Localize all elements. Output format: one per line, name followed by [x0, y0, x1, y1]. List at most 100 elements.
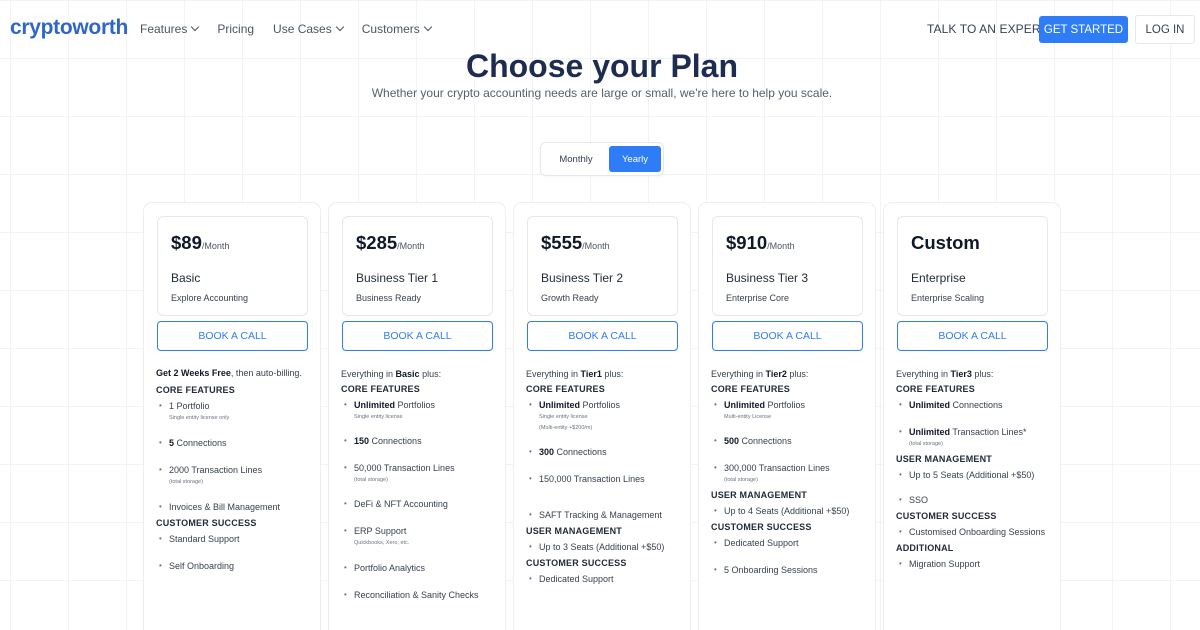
feature-text: Connections — [369, 436, 422, 446]
book-a-call-button[interactable]: BOOK A CALL — [342, 321, 493, 351]
feature-note: Multi-entity License — [724, 414, 772, 420]
nav-item-use-cases[interactable]: Use Cases — [273, 22, 344, 36]
chevron-down-icon — [191, 22, 200, 32]
plan-price: $555/Month — [541, 232, 610, 254]
toggle-monthly[interactable]: Monthly — [545, 147, 607, 172]
plan-description: Explore Accounting — [171, 293, 249, 303]
feature-item: Reconciliation & Sanity Checks — [341, 588, 497, 602]
plan-card-enterprise: Custom Enterprise Enterprise Scaling BOO… — [883, 202, 1061, 630]
toggle-yearly[interactable]: Yearly — [609, 146, 661, 172]
feature-text: Reconciliation & Sanity Checks — [354, 590, 479, 600]
section-heading: CORE FEATURES — [341, 384, 420, 394]
feature-item: DeFi & NFT Accounting — [341, 497, 497, 511]
lead-text: Everything in — [526, 369, 581, 379]
lead-text: Everything in — [341, 369, 396, 379]
get-started-button[interactable]: GET STARTED — [1039, 16, 1128, 43]
price-period: /Month — [201, 241, 230, 251]
feature-text: Invoices & Bill Management — [169, 502, 281, 512]
talk-to-expert-link[interactable]: TALK TO AN EXPERT — [927, 22, 1048, 36]
feature-text: Up to 3 Seats (Additional +$50) — [539, 542, 665, 552]
feature-item: Portfolio Analytics — [341, 561, 497, 575]
billing-toggle: Monthly Yearly — [540, 142, 664, 176]
feature-bold: Unlimited — [909, 427, 951, 437]
price-box: $910/Month Business Tier 3 Enterprise Co… — [712, 216, 863, 316]
feature-text: 150,000 Transaction Lines — [539, 474, 645, 484]
plan-lead: Everything in Tier1 plus: — [526, 367, 682, 381]
section-heading: CORE FEATURES — [526, 384, 605, 394]
nav-item-features[interactable]: Features — [140, 22, 200, 36]
feature-item: Unlimited Transaction Lines* (total stora… — [896, 425, 1052, 450]
feature-text: DeFi & NFT Accounting — [354, 499, 448, 509]
section-heading: USER MANAGEMENT — [711, 490, 808, 500]
price-box: Custom Enterprise Enterprise Scaling — [897, 216, 1048, 316]
feature-item: Unlimited Portfolios Single entity licens… — [526, 398, 682, 434]
feature-bold: 500 — [724, 436, 740, 446]
book-a-call-button[interactable]: BOOK A CALL — [527, 321, 678, 351]
plan-description: Enterprise Core — [726, 293, 790, 303]
feature-item: 150 Connections — [341, 434, 497, 448]
lead-bold: Get 2 Weeks Free — [156, 368, 231, 378]
book-a-call-button[interactable]: BOOK A CALL — [897, 321, 1048, 351]
lead-bold: Tier1 — [580, 369, 602, 379]
section-heading: CUSTOMER SUCCESS — [156, 518, 257, 528]
feature-item: Up to 3 Seats (Additional +$50) — [526, 540, 682, 554]
nav-item-label: Pricing — [217, 22, 255, 36]
feature-note: Single entity license — [354, 414, 403, 420]
feature-item: Customised Onboarding Sessions — [896, 525, 1052, 539]
feature-text: Migration Support — [909, 559, 981, 569]
login-button[interactable]: LOG IN — [1135, 15, 1195, 44]
feature-text: Dedicated Support — [539, 574, 614, 584]
feature-text: Portfolios — [765, 400, 806, 410]
plan-name: Business Tier 2 — [541, 271, 624, 285]
section-heading: CUSTOMER SUCCESS — [526, 558, 627, 568]
plan-name: Enterprise — [911, 271, 966, 285]
section-heading: CORE FEATURES — [711, 384, 790, 394]
plan-description: Business Ready — [356, 293, 422, 303]
nav-item-pricing[interactable]: Pricing — [217, 22, 254, 36]
price-box: $555/Month Business Tier 2 Growth Ready — [527, 216, 678, 316]
price-period: /Month — [767, 241, 795, 251]
plan-name: Basic — [171, 271, 201, 285]
feature-item: Unlimited Portfolios Multi-entity License — [711, 398, 867, 423]
logo[interactable]: cryptoworth — [10, 16, 128, 40]
feature-text: 50,000 Transaction Lines — [354, 463, 455, 473]
plan-lead: Everything in Basic plus: — [341, 367, 497, 381]
feature-bold: Unlimited — [354, 400, 396, 410]
feature-text: Standard Support — [169, 534, 240, 544]
book-a-call-button[interactable]: BOOK A CALL — [157, 321, 308, 351]
feature-list: Everything in Tier2 plus: CORE FEATURES … — [711, 367, 867, 590]
feature-note: (total storage) — [354, 477, 388, 483]
feature-text: Self Onboarding — [169, 561, 235, 571]
book-a-call-button[interactable]: BOOK A CALL — [712, 321, 863, 351]
page-subtitle: Whether your crypto accounting needs are… — [371, 86, 833, 100]
feature-text: Connections — [174, 438, 227, 448]
feature-note: Single entity license — [539, 414, 588, 420]
price-amount: $910 — [726, 232, 768, 253]
feature-text: Portfolios — [395, 400, 436, 410]
feature-text: Dedicated Support — [724, 538, 799, 548]
feature-item: Up to 5 Seats (Additional +$50) — [896, 468, 1052, 482]
nav-item-customers[interactable]: Customers — [362, 22, 432, 36]
section-heading: CUSTOMER SUCCESS — [896, 511, 997, 521]
feature-item: Invoices & Bill Management — [156, 500, 312, 514]
section-heading: USER MANAGEMENT — [526, 526, 623, 536]
feature-note: (Multi-entity +$200/m) — [539, 425, 593, 431]
feature-bold: 150 — [354, 436, 370, 446]
nav-menu: Features Pricing Use Cases Customers — [140, 22, 432, 36]
nav-item-label: Features — [140, 22, 188, 36]
feature-item: Up to 4 Seats (Additional +$50) — [711, 504, 867, 518]
feature-item: SSO — [896, 493, 1052, 507]
feature-text: Customised Onboarding Sessions — [909, 527, 1046, 537]
lead-text: plus: — [971, 369, 994, 379]
plan-lead: Get 2 Weeks Free, then auto-billing. — [156, 366, 312, 380]
feature-bold: 300 — [539, 447, 555, 457]
nav-item-label: Use Cases — [273, 22, 332, 36]
plan-lead: Everything in Tier3 plus: — [896, 367, 1052, 381]
feature-item: Dedicated Support — [526, 572, 682, 586]
lead-text: Everything in — [711, 369, 766, 379]
feature-item: 5 Onboarding Sessions — [711, 563, 867, 577]
feature-text: 1 Portfolio — [169, 401, 210, 411]
plan-description: Enterprise Scaling — [911, 293, 985, 303]
lead-text: plus: — [419, 369, 442, 379]
lead-bold: Basic — [395, 369, 420, 379]
